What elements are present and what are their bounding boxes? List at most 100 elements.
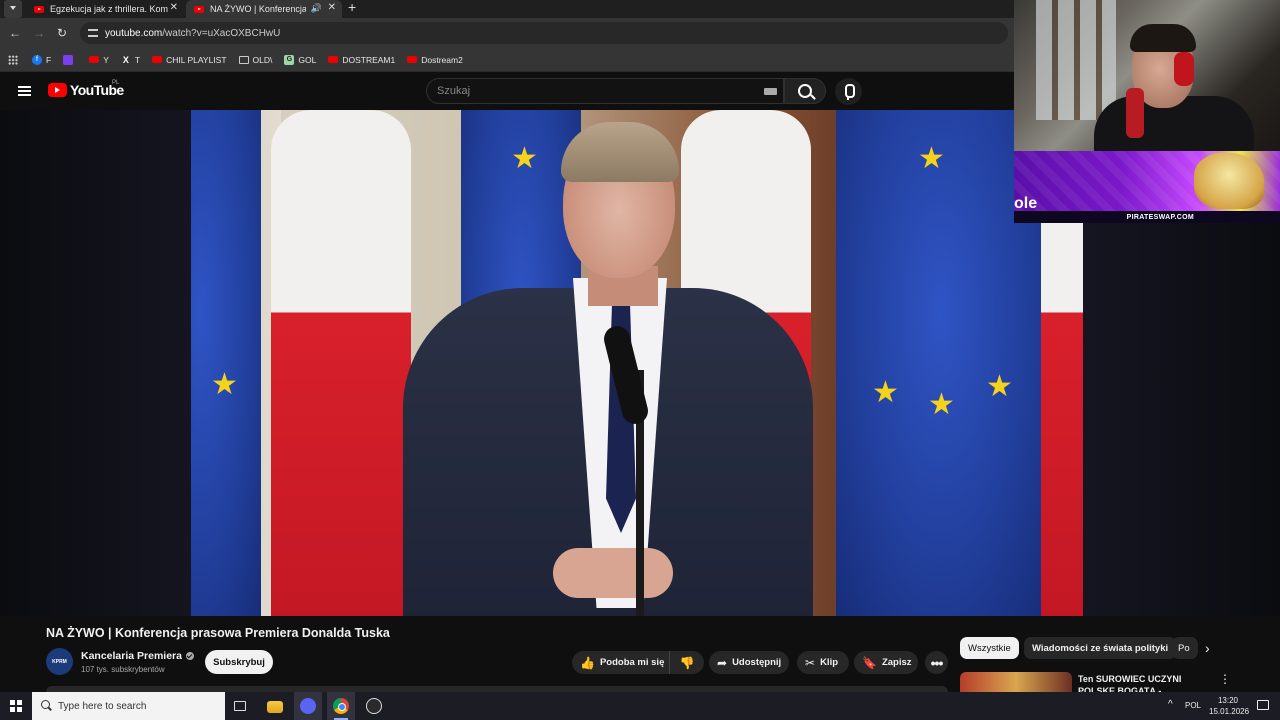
facebook-icon: f bbox=[32, 54, 42, 65]
save-button[interactable]: 🔖 Zapisz bbox=[854, 651, 918, 674]
headset-icon bbox=[1174, 52, 1194, 86]
thumbs-up-icon: 👍 bbox=[580, 655, 595, 670]
hair bbox=[561, 122, 679, 182]
sponsor-banner: ole PIRATESWAP.COM bbox=[1014, 151, 1280, 223]
eu-flag-left: ★ bbox=[191, 110, 261, 616]
speaker-icon[interactable]: 🔊 bbox=[311, 3, 322, 14]
youtube-favicon-icon bbox=[194, 5, 204, 13]
bookmarks-bar: fF Y XT CHIL PLAYLIST OLD\ G GOL DOSTREAM… bbox=[0, 48, 1014, 72]
youtube-icon bbox=[407, 56, 418, 63]
close-tab-icon[interactable]: ✕ bbox=[328, 2, 336, 13]
webcam-overlay bbox=[1014, 0, 1280, 151]
notification-icon[interactable] bbox=[1257, 700, 1269, 710]
task-view-icon[interactable] bbox=[234, 701, 246, 711]
url-input[interactable]: youtube.com/watch?v=uXacOXBCHwU bbox=[80, 22, 1008, 44]
chrome-icon[interactable] bbox=[333, 698, 349, 714]
apps-grid-icon[interactable] bbox=[8, 54, 18, 65]
clock-date: 15.01.2026 bbox=[1209, 707, 1250, 716]
chip-all[interactable]: Wszystkie bbox=[960, 637, 1019, 659]
bookmark-old[interactable]: OLD\ bbox=[238, 55, 272, 65]
search-placeholder: Szukaj bbox=[437, 85, 471, 97]
bookmark-dostream2[interactable]: Dostream2 bbox=[407, 55, 463, 65]
subscribe-button[interactable]: Subskrybuj bbox=[205, 650, 273, 674]
chip-truncated[interactable]: Po bbox=[1172, 637, 1198, 659]
like-dislike-group: 👍 Podoba mi się 👎 bbox=[572, 651, 704, 674]
star-icon: ★ bbox=[986, 370, 1013, 403]
youtube-icon bbox=[328, 56, 339, 63]
file-explorer-icon[interactable] bbox=[267, 701, 283, 713]
star-icon: ★ bbox=[928, 388, 955, 421]
bookmark-f[interactable]: fF bbox=[32, 54, 51, 65]
microphone-arm bbox=[1126, 88, 1144, 138]
tab-search-dropdown[interactable] bbox=[4, 0, 22, 18]
video-player[interactable]: ★ ★ ★ ★ ★ ★ bbox=[191, 110, 1083, 616]
discord-icon[interactable] bbox=[300, 698, 316, 714]
hands bbox=[553, 548, 673, 598]
youtube-icon bbox=[152, 56, 163, 63]
search-input[interactable]: Szukaj bbox=[426, 78, 784, 104]
forward-arrow-icon[interactable]: → bbox=[33, 26, 45, 40]
taskbar-search-input[interactable]: Type here to search bbox=[32, 692, 225, 720]
channel-avatar[interactable]: KPRM bbox=[46, 648, 73, 675]
keyboard-icon[interactable] bbox=[764, 88, 777, 95]
voice-search-button[interactable] bbox=[835, 78, 862, 105]
youtube-favicon-icon bbox=[34, 5, 44, 13]
clip-button[interactable]: ✂ Klip bbox=[797, 651, 849, 674]
youtube-icon bbox=[89, 56, 100, 63]
back-arrow-icon[interactable]: ← bbox=[9, 26, 21, 40]
bookmark-twitch[interactable] bbox=[63, 54, 77, 65]
windows-taskbar: Type here to search ^ POL 13:20 15.01.20… bbox=[0, 692, 1280, 720]
bookmark-icon: 🔖 bbox=[862, 655, 877, 670]
windows-start-icon[interactable] bbox=[10, 700, 22, 712]
chevron-right-icon[interactable]: › bbox=[1205, 640, 1210, 656]
reload-icon[interactable]: ↻ bbox=[57, 26, 67, 40]
search-button[interactable] bbox=[784, 78, 826, 104]
verified-icon bbox=[185, 652, 194, 660]
scissors-icon: ✂ bbox=[805, 655, 816, 670]
speaker-person bbox=[403, 122, 813, 616]
new-tab-button[interactable]: + bbox=[348, 0, 356, 15]
tray-overflow-icon[interactable]: ^ bbox=[1168, 699, 1173, 710]
url-text: youtube.com/watch?v=uXacOXBCHwU bbox=[105, 27, 281, 39]
tab-na-zywo[interactable]: NA ŻYWO | Konferencja pra 🔊 ✕ bbox=[186, 0, 342, 18]
channel-name[interactable]: Kancelaria Premiera bbox=[81, 650, 194, 662]
bookmark-gol[interactable]: G GOL bbox=[284, 54, 316, 65]
bookmark-y[interactable]: Y bbox=[89, 55, 109, 65]
dislike-button[interactable]: 👎 bbox=[670, 656, 704, 670]
bookmark-t[interactable]: XT bbox=[121, 55, 140, 65]
youtube-logo-icon bbox=[48, 83, 67, 97]
window bbox=[1036, 0, 1116, 120]
clock[interactable]: 13:20 15.01.2026 bbox=[1209, 695, 1250, 717]
input-language[interactable]: POL bbox=[1185, 701, 1201, 710]
close-tab-icon[interactable]: ✕ bbox=[170, 2, 178, 13]
site-info-icon[interactable] bbox=[88, 29, 98, 37]
clock-time: 13:20 bbox=[1217, 696, 1239, 705]
like-button[interactable]: 👍 Podoba mi się bbox=[572, 651, 670, 674]
g-icon: G bbox=[284, 54, 295, 65]
country-code: PL bbox=[112, 80, 120, 86]
recommendation-title[interactable]: Ten SUROWIEC UCZYNI POLSKĘ BOGATĄ - Nies… bbox=[1078, 673, 1208, 693]
twitch-icon bbox=[63, 54, 74, 65]
chip-politics[interactable]: Wiadomości ze świata polityki bbox=[1024, 637, 1177, 659]
bookmark-dostream1[interactable]: DOSTREAM1 bbox=[328, 55, 395, 65]
share-icon: ➦ bbox=[717, 655, 728, 670]
thumbs-down-icon: 👎 bbox=[679, 655, 695, 670]
mascot-icon bbox=[1194, 153, 1264, 209]
x-icon: X bbox=[122, 54, 129, 65]
tab-title: Egzekucja jak z thrillera. Komor bbox=[50, 4, 168, 14]
tab-egzekucja[interactable]: Egzekucja jak z thrillera. Komor ✕ bbox=[26, 0, 184, 18]
subscriber-count: 107 tys. subskrybentów bbox=[81, 665, 165, 674]
polish-flag-left bbox=[271, 110, 411, 616]
streamer-hair bbox=[1130, 24, 1196, 52]
more-actions-button[interactable]: ••• bbox=[925, 651, 948, 674]
obs-icon[interactable] bbox=[366, 698, 382, 714]
recommendation-thumbnail[interactable] bbox=[960, 672, 1072, 692]
tab-strip: Egzekucja jak z thrillera. Komor ✕ NA ŻY… bbox=[0, 0, 1014, 18]
share-button[interactable]: ➦ Udostępnij bbox=[709, 651, 789, 674]
video-title: NA ŻYWO | Konferencja prasowa Premiera D… bbox=[46, 626, 390, 640]
bookmark-chil-playlist[interactable]: CHIL PLAYLIST bbox=[152, 55, 227, 65]
kebab-menu-icon[interactable]: ⋮ bbox=[1219, 672, 1231, 686]
folder-icon bbox=[238, 55, 249, 64]
star-icon: ★ bbox=[211, 368, 238, 401]
menu-icon[interactable] bbox=[18, 86, 31, 96]
